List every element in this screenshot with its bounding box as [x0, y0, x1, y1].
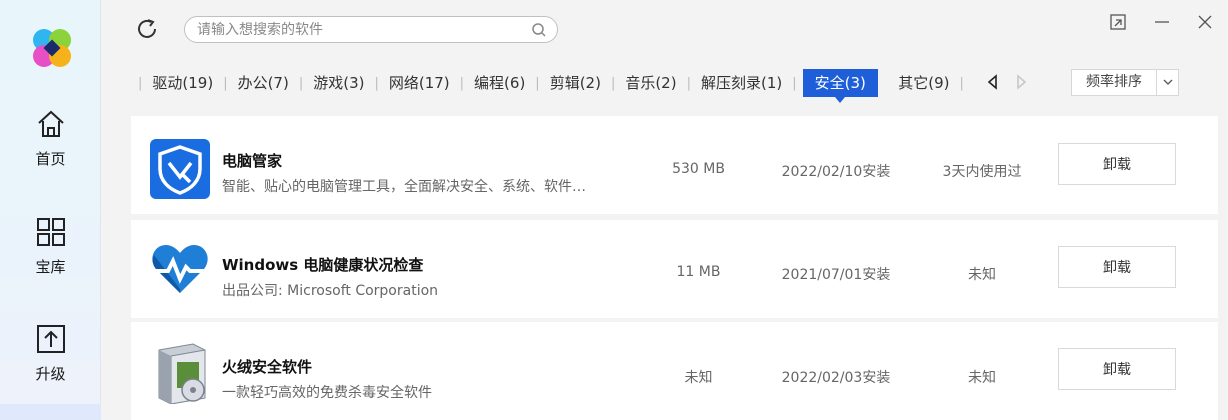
health-heart-icon — [152, 245, 208, 293]
sort-dropdown-toggle[interactable] — [1156, 70, 1178, 95]
tab-programming[interactable]: 编程(6) — [470, 69, 529, 97]
sidebar: 首页 宝库 升级 — [0, 0, 101, 420]
tab-separator: | — [138, 75, 143, 91]
sidebar-item-label: 升级 — [35, 365, 66, 383]
tab-separator: | — [959, 75, 964, 91]
install-date: 2022/02/10安装 — [781, 164, 891, 180]
sort-label: 频率排序 — [1086, 74, 1142, 90]
tab-separator: | — [686, 75, 691, 91]
last-used: 未知 — [968, 267, 996, 283]
search-box[interactable] — [184, 16, 558, 43]
tab-other[interactable]: 其它(9) — [894, 69, 953, 97]
tab-games[interactable]: 游戏(3) — [309, 69, 368, 97]
tab-drivers[interactable]: 驱动(19) — [148, 69, 217, 97]
category-tabs: | 驱动(19) | 办公(7) | 游戏(3) | 网络(17) | 编程(6… — [132, 69, 970, 103]
tab-editing[interactable]: 剪辑(2) — [546, 69, 605, 97]
uninstall-button[interactable]: 卸载 — [1058, 143, 1176, 185]
tab-compression[interactable]: 解压刻录(1) — [697, 69, 786, 97]
last-used: 3天内使用过 — [942, 164, 1022, 180]
sidebar-item-label: 宝库 — [35, 258, 66, 276]
app-description: 出品公司: Microsoft Corporation — [222, 283, 439, 299]
chevron-down-icon — [1163, 79, 1173, 85]
uninstall-button[interactable]: 卸载 — [1058, 348, 1176, 390]
tab-office[interactable]: 办公(7) — [234, 69, 293, 97]
scroll-left-icon[interactable] — [986, 74, 1000, 90]
sidebar-item-library[interactable]: 宝库 — [0, 216, 101, 306]
list-item: Windows 电脑健康状况检查 出品公司: Microsoft Corpora… — [131, 220, 1218, 318]
grid-icon — [36, 218, 65, 246]
app-description: 智能、贴心的电脑管理工具，全面解决安全、系统、软件… — [222, 179, 586, 195]
tab-music[interactable]: 音乐(2) — [621, 69, 680, 97]
scroll-right-icon[interactable] — [1014, 74, 1028, 90]
app-size: 未知 — [684, 370, 713, 386]
refresh-icon[interactable] — [135, 17, 159, 41]
app-description: 一款轻巧高效的免费杀毒安全软件 — [222, 385, 432, 401]
search-icon[interactable] — [531, 22, 547, 38]
tab-separator: | — [610, 75, 616, 91]
app-logo-icon — [33, 29, 71, 67]
tab-separator: | — [792, 75, 797, 91]
tab-separator: | — [223, 75, 228, 91]
sidebar-item-home[interactable]: 首页 — [0, 108, 101, 198]
tab-separator: | — [459, 75, 465, 91]
tab-security[interactable]: 安全(3) — [802, 69, 878, 103]
install-date: 2021/07/01安装 — [781, 267, 891, 283]
app-name: Windows 电脑健康状况检查 — [222, 256, 424, 274]
home-icon — [37, 110, 64, 137]
upgrade-icon — [36, 325, 65, 353]
tencent-pc-manager-icon — [150, 139, 210, 199]
tab-network[interactable]: 网络(17) — [385, 69, 454, 97]
compact-mode-icon[interactable] — [1108, 12, 1128, 32]
install-date: 2022/02/03安装 — [781, 370, 891, 386]
sort-dropdown[interactable]: 频率排序 — [1071, 69, 1179, 96]
software-box-icon — [158, 343, 206, 404]
list-item: 电脑管家 智能、贴心的电脑管理工具，全面解决安全、系统、软件… 530 MB 2… — [131, 116, 1218, 214]
list-item: 火绒安全软件 一款轻巧高效的免费杀毒安全软件 未知 2022/02/03安装 未… — [131, 322, 1218, 420]
app-name: 电脑管家 — [222, 152, 283, 170]
app-size: 11 MB — [676, 264, 721, 280]
minimize-icon[interactable] — [1152, 12, 1172, 32]
tab-separator: | — [535, 75, 540, 91]
app-name: 火绒安全软件 — [222, 358, 313, 376]
last-used: 未知 — [968, 370, 996, 386]
sidebar-item-upgrade[interactable]: 升级 — [0, 323, 101, 413]
app-size: 530 MB — [672, 161, 725, 177]
search-input[interactable] — [197, 20, 527, 40]
tab-separator: | — [374, 75, 379, 91]
close-icon[interactable] — [1195, 12, 1215, 32]
sidebar-item-label: 首页 — [35, 150, 66, 168]
tab-separator: | — [298, 75, 304, 91]
uninstall-button[interactable]: 卸载 — [1058, 246, 1176, 288]
sidebar-footer — [0, 404, 101, 420]
